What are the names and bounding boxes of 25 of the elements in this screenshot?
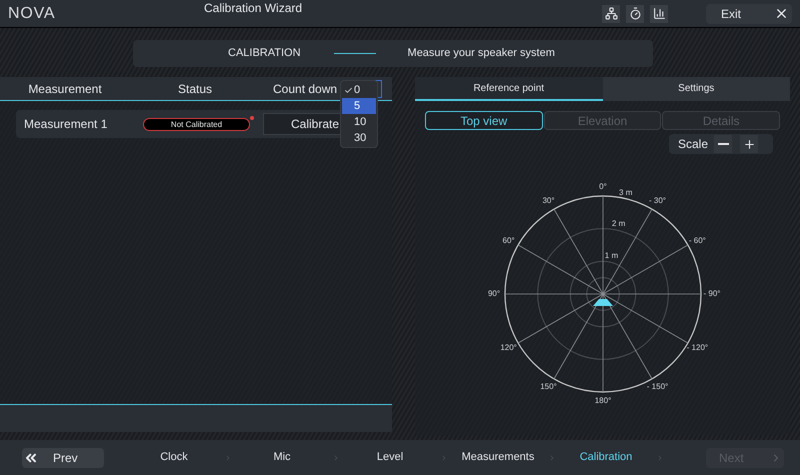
angle-label: 150° bbox=[540, 382, 557, 391]
angle-label: - 90° bbox=[704, 290, 720, 298]
scale-label: Scale bbox=[678, 136, 708, 153]
logo: NOVA bbox=[8, 4, 56, 24]
angle-label: 180° bbox=[594, 397, 612, 405]
distance-label: 1 m bbox=[604, 252, 618, 260]
angle-label: - 120° bbox=[686, 344, 708, 352]
measurement-name: Measurement 1 bbox=[24, 116, 108, 133]
step-description: Measure your speaker system bbox=[408, 46, 555, 62]
column-header: Measurement bbox=[27, 80, 103, 98]
distance-label: 2 m bbox=[612, 220, 626, 228]
angle-label: - 150° bbox=[646, 382, 668, 391]
angle-label: - 60° bbox=[688, 236, 706, 244]
angle-label: - 30° bbox=[649, 197, 666, 206]
angle-label: 90° bbox=[488, 290, 500, 298]
step-name: CALIBRATION bbox=[228, 46, 301, 62]
window-title: Calibration Wizard bbox=[204, 0, 304, 16]
angle-label: 30° bbox=[542, 197, 555, 206]
angle-label: 0° bbox=[599, 183, 607, 191]
column-header: Count down bbox=[273, 80, 338, 98]
angle-label: 120° bbox=[500, 344, 517, 352]
status-badge: Not Calibrated bbox=[143, 118, 250, 130]
column-header: Status bbox=[176, 80, 214, 98]
distance-label: 3 m bbox=[619, 188, 632, 196]
angle-label: 60° bbox=[502, 236, 515, 244]
